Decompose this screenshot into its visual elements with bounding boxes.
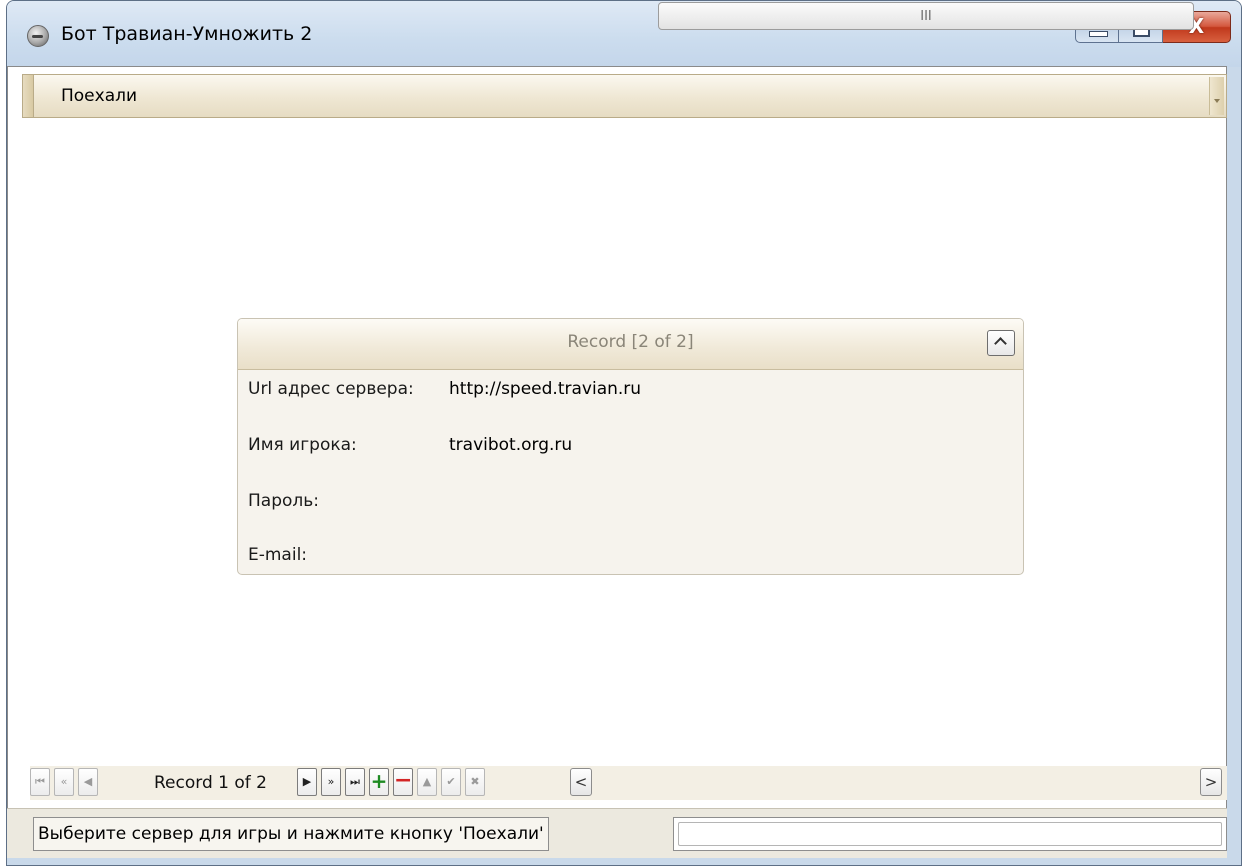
edit-record-button[interactable]: ▲	[417, 768, 437, 796]
email-label: E-mail:	[248, 545, 308, 565]
toolbar-grip[interactable]	[23, 75, 34, 117]
append-record-button[interactable]: +	[369, 768, 389, 796]
prev-record-button[interactable]: ◀	[78, 768, 98, 796]
record-card-title: Record [2 of 2]	[567, 332, 694, 352]
prev-page-button[interactable]: «	[54, 768, 74, 796]
status-message: Выберите сервер для игры и нажмите кнопк…	[33, 817, 549, 851]
scroll-left-button[interactable]: <	[570, 768, 592, 796]
status-bar: Выберите сервер для игры и нажмите кнопк…	[7, 808, 1227, 858]
status-progress-field	[678, 822, 1222, 846]
record-navigator: ⏮ « ◀ Record 1 of 2 ▶ » ⏭ + − ▲ ✔ ✖ < >	[30, 766, 1227, 800]
first-record-button[interactable]: ⏮	[30, 768, 50, 796]
record-card-header: Record [2 of 2]	[238, 319, 1023, 370]
record-card: Record [2 of 2] Url адрес сервера: http:…	[237, 318, 1024, 575]
player-name-value[interactable]: travibot.org.ru	[449, 435, 572, 455]
horizontal-scrollbar-thumb[interactable]: III	[658, 2, 1194, 30]
server-url-value[interactable]: http://speed.travian.ru	[449, 379, 641, 399]
password-label: Пароль:	[248, 491, 320, 511]
collapse-chevron-up-icon[interactable]	[987, 330, 1015, 356]
window-title: Бот Травиан-Умножить 2	[61, 23, 313, 45]
app-globe-icon[interactable]	[27, 25, 49, 47]
player-name-label: Имя игрока:	[248, 435, 357, 455]
go-button-label[interactable]: Поехали	[61, 86, 137, 106]
server-url-label: Url адрес сервера:	[248, 379, 414, 399]
cancel-edit-button[interactable]: ✖	[465, 768, 485, 796]
delete-record-button[interactable]: −	[393, 768, 413, 796]
plus-icon: +	[370, 769, 388, 793]
last-record-button[interactable]: ⏭	[345, 768, 365, 796]
go-button-bar[interactable]: Поехали	[22, 74, 1227, 118]
record-position-text: Record 1 of 2	[154, 773, 267, 793]
post-record-button[interactable]: ✔	[441, 768, 461, 796]
toolbar-options-chevron-icon[interactable]	[1209, 77, 1224, 115]
scroll-right-button[interactable]: >	[1200, 768, 1222, 796]
minus-icon: −	[394, 768, 413, 793]
status-secondary-panel	[673, 817, 1227, 851]
next-record-button[interactable]: ▶	[297, 768, 317, 796]
scroll-thumb-grip-icon: III	[920, 9, 932, 24]
next-page-button[interactable]: »	[321, 768, 341, 796]
